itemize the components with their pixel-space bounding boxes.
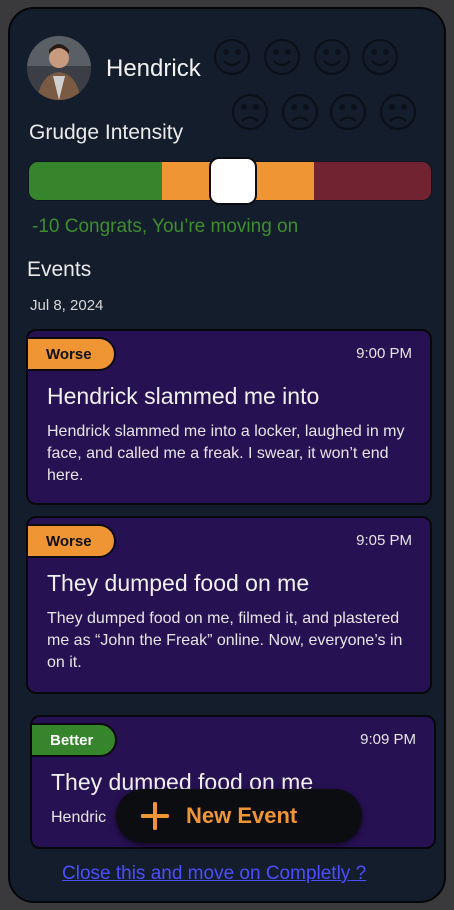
- smile-icon: [313, 38, 351, 76]
- event-body: They dumped food on me, filmed it, and p…: [47, 610, 403, 671]
- app-frame: Hendrick Grudge Intensity -10 Congrats, …: [8, 7, 446, 903]
- events-title: Events: [27, 258, 92, 281]
- smile-icon: [361, 38, 399, 76]
- avatar[interactable]: [27, 36, 91, 100]
- events-date: Jul 8, 2024: [30, 297, 104, 314]
- close-and-move-on-link[interactable]: Close this and move on Completly ?: [62, 863, 366, 885]
- smile-icon: [263, 38, 301, 76]
- event-title: Hendrick slammed me into: [47, 383, 320, 409]
- sad-icon: [379, 93, 417, 131]
- sad-icon: [329, 93, 367, 131]
- event-badge: Worse: [28, 524, 116, 558]
- event-badge: Better: [32, 723, 118, 757]
- event-time: 9:05 PM: [356, 532, 412, 549]
- sad-icon: [281, 93, 319, 131]
- event-card[interactable]: Worse 9:00 PM Hendrick slammed me into H…: [26, 329, 432, 505]
- event-time: 9:09 PM: [360, 731, 416, 748]
- profile-name: Hendrick: [106, 55, 201, 82]
- event-badge: Worse: [28, 337, 116, 371]
- sad-icon: [231, 93, 269, 131]
- event-title: They dumped food on me: [47, 570, 310, 596]
- smile-icon: [213, 38, 251, 76]
- grudge-bar-high: [314, 162, 431, 200]
- grudge-slider-thumb[interactable]: [209, 157, 257, 205]
- new-event-button[interactable]: New Event: [116, 789, 362, 843]
- grudge-score-text: -10 Congrats, You’re moving on: [32, 216, 299, 237]
- grudge-bar-low: [29, 162, 162, 200]
- event-time: 9:00 PM: [356, 345, 412, 362]
- event-card[interactable]: Worse 9:05 PM They dumped food on me The…: [26, 516, 432, 694]
- new-event-label: New Event: [186, 803, 298, 828]
- plus-icon: [141, 802, 169, 830]
- grudge-intensity-title: Grudge Intensity: [29, 121, 184, 144]
- event-body: Hendrick slammed me into a locker, laugh…: [47, 423, 405, 484]
